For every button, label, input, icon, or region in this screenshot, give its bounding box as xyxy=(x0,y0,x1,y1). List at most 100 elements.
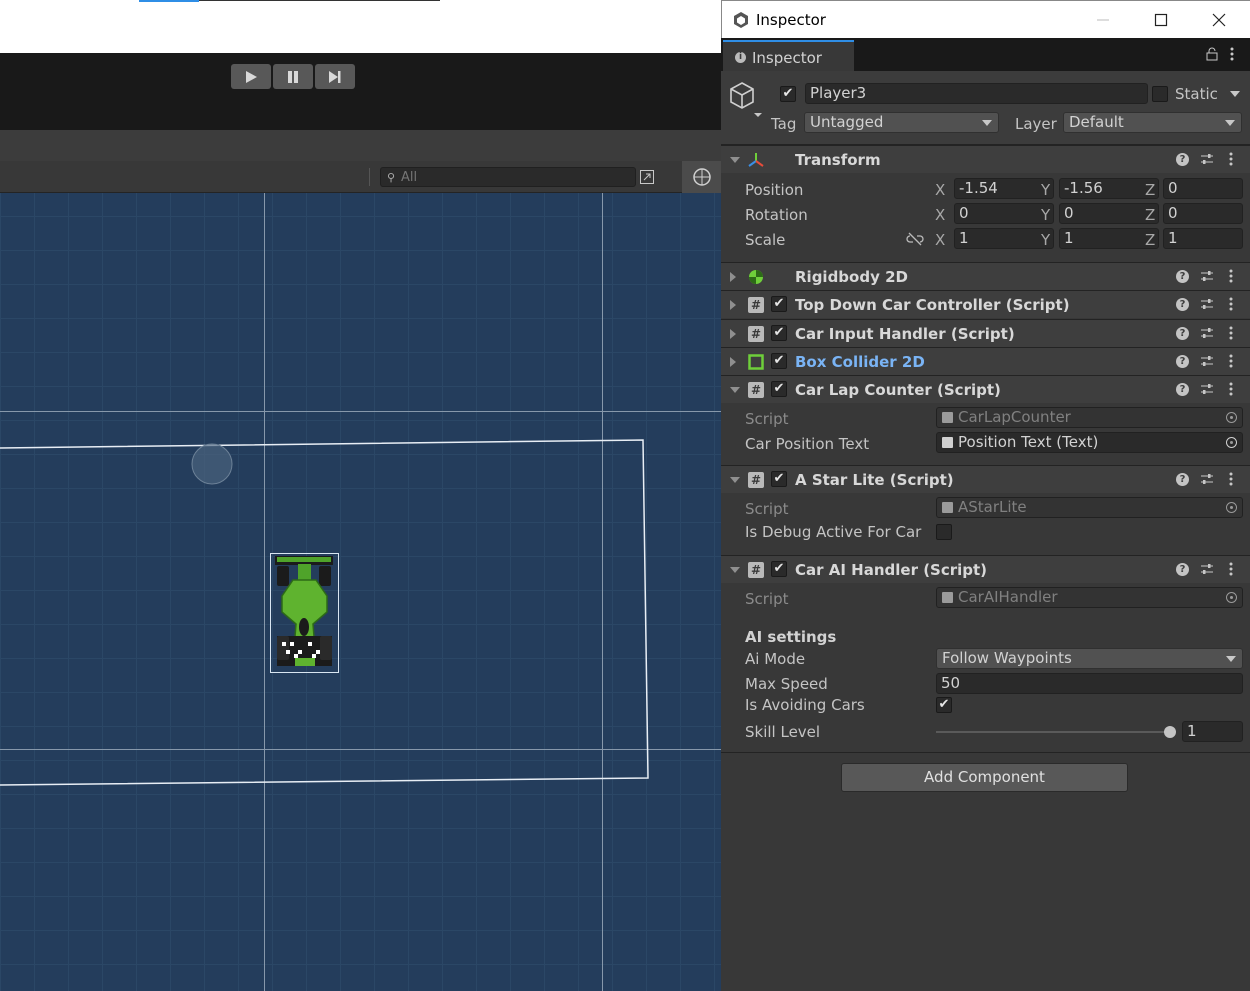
avoiding-cars-label: Is Avoiding Cars xyxy=(745,696,865,714)
close-icon xyxy=(1212,13,1226,27)
help-icon[interactable]: ? xyxy=(1176,355,1189,368)
help-icon[interactable]: ? xyxy=(1176,327,1189,340)
preset-icon[interactable] xyxy=(1200,562,1214,576)
scale-y-field[interactable]: 1 xyxy=(1059,228,1159,249)
preset-icon[interactable] xyxy=(1200,382,1214,396)
skill-level-field[interactable]: 1 xyxy=(1182,721,1243,742)
car-lap-counter-header[interactable]: # ✔ Car Lap Counter (Script) ? xyxy=(721,375,1250,403)
help-icon[interactable]: ? xyxy=(1176,563,1189,576)
tag-dropdown[interactable]: Untagged xyxy=(804,112,999,133)
scale-label: Scale xyxy=(745,231,786,249)
component-name: Car Lap Counter (Script) xyxy=(795,381,1001,399)
help-icon[interactable]: ? xyxy=(1176,473,1189,486)
close-button[interactable] xyxy=(1208,9,1230,31)
component-menu-icon[interactable] xyxy=(1228,354,1234,368)
foldout-collapsed-icon[interactable] xyxy=(730,357,736,367)
preset-icon[interactable] xyxy=(1200,269,1214,283)
static-label: Static xyxy=(1175,85,1218,103)
component-menu-icon[interactable] xyxy=(1228,562,1234,576)
minimize-button[interactable] xyxy=(1092,9,1114,31)
help-icon[interactable]: ? xyxy=(1176,383,1189,396)
transform-header[interactable]: Transform ? xyxy=(721,145,1250,173)
rotation-z-field[interactable]: 0 xyxy=(1163,203,1243,224)
component-menu-icon[interactable] xyxy=(1228,297,1234,311)
component-enabled-checkbox[interactable]: ✔ xyxy=(771,561,787,577)
scale-x-field[interactable]: 1 xyxy=(954,228,1054,249)
static-checkbox[interactable] xyxy=(1152,86,1168,102)
tab-inspector[interactable]: i Inspector xyxy=(723,40,854,71)
preset-icon[interactable] xyxy=(1200,326,1214,340)
add-component-button[interactable]: Add Component xyxy=(841,763,1128,792)
foldout-expanded-icon[interactable] xyxy=(730,477,740,483)
foldout-expanded-icon[interactable] xyxy=(730,387,740,393)
position-x-field[interactable]: -1.54 xyxy=(954,178,1054,199)
pause-button[interactable] xyxy=(273,64,313,89)
a-star-lite-body: Script AStarLite Is Debug Active For Car xyxy=(721,493,1250,555)
foldout-expanded-icon[interactable] xyxy=(730,567,740,573)
step-button[interactable] xyxy=(315,64,355,89)
box-collider2d-header[interactable]: ✔ Box Collider 2D ? xyxy=(721,347,1250,375)
help-icon[interactable]: ? xyxy=(1176,153,1189,166)
component-menu-icon[interactable] xyxy=(1228,326,1234,340)
preset-icon[interactable] xyxy=(1200,472,1214,486)
position-y-field[interactable]: -1.56 xyxy=(1059,178,1159,199)
scale-z-field[interactable]: 1 xyxy=(1163,228,1243,249)
help-icon[interactable]: ? xyxy=(1176,270,1189,283)
preset-icon[interactable] xyxy=(1200,354,1214,368)
axis-z-label: Z xyxy=(1145,231,1156,249)
preset-icon[interactable] xyxy=(1200,297,1214,311)
component-menu-icon[interactable] xyxy=(1228,472,1234,486)
component-enabled-checkbox[interactable]: ✔ xyxy=(771,471,787,487)
skill-level-slider-track[interactable] xyxy=(936,731,1170,733)
position-z-field[interactable]: 0 xyxy=(1163,178,1243,199)
component-enabled-checkbox[interactable]: ✔ xyxy=(771,325,787,341)
foldout-expanded-icon[interactable] xyxy=(730,157,740,163)
component-enabled-checkbox[interactable]: ✔ xyxy=(771,353,787,369)
rotation-x-field[interactable]: 0 xyxy=(954,203,1054,224)
gameobject-header: ✔ Player3 Static Tag Untagged Layer Defa… xyxy=(721,71,1250,145)
rigidbody2d-header[interactable]: Rigidbody 2D ? xyxy=(721,262,1250,290)
help-icon[interactable]: ? xyxy=(1176,298,1189,311)
tab-menu-button[interactable] xyxy=(1229,47,1235,65)
play-icon xyxy=(246,70,257,83)
layer-dropdown[interactable]: Default xyxy=(1063,112,1242,133)
object-picker-icon[interactable] xyxy=(1226,437,1237,448)
gameobject-name-field[interactable]: Player3 xyxy=(805,83,1148,104)
foldout-collapsed-icon[interactable] xyxy=(730,300,736,310)
rotation-y-field[interactable]: 0 xyxy=(1059,203,1159,224)
a-star-lite-header[interactable]: # ✔ A Star Lite (Script) ? xyxy=(721,465,1250,493)
play-button[interactable] xyxy=(231,64,271,89)
ai-mode-label: Ai Mode xyxy=(745,650,806,668)
component-menu-icon[interactable] xyxy=(1228,382,1234,396)
car-input-handler-header[interactable]: # ✔ Car Input Handler (Script) ? xyxy=(721,319,1250,347)
top-down-car-controller-header[interactable]: # ✔ Top Down Car Controller (Script) ? xyxy=(721,290,1250,318)
debug-active-checkbox[interactable] xyxy=(936,524,952,540)
car-ai-handler-header[interactable]: # ✔ Car AI Handler (Script) ? xyxy=(721,555,1250,583)
maximize-scene-button[interactable] xyxy=(636,166,658,188)
component-menu-icon[interactable] xyxy=(1228,152,1234,166)
gizmo-toggle-button[interactable] xyxy=(682,161,721,193)
ai-mode-dropdown[interactable]: Follow Waypoints xyxy=(936,648,1243,669)
skill-level-slider-thumb[interactable] xyxy=(1164,726,1176,738)
search-input[interactable] xyxy=(401,168,631,186)
scene-area: ⚲ xyxy=(0,0,721,991)
foldout-collapsed-icon[interactable] xyxy=(730,272,736,282)
car-position-text-field[interactable]: Position Text (Text) xyxy=(936,432,1243,453)
constrain-proportions-icon[interactable] xyxy=(906,232,924,246)
component-menu-icon[interactable] xyxy=(1228,269,1234,283)
max-speed-field[interactable]: 50 xyxy=(936,673,1243,694)
active-checkbox[interactable]: ✔ xyxy=(780,86,796,102)
preset-icon[interactable] xyxy=(1200,152,1214,166)
component-enabled-checkbox[interactable]: ✔ xyxy=(771,381,787,397)
script-value: AStarLite xyxy=(958,498,1027,516)
hierarchy-search[interactable]: ⚲ xyxy=(380,167,636,187)
scene-viewport[interactable] xyxy=(0,193,721,991)
lock-button[interactable] xyxy=(1206,47,1218,65)
static-dropdown-arrow[interactable] xyxy=(1230,91,1240,97)
gameobject-cube-icon[interactable] xyxy=(729,81,763,119)
component-enabled-checkbox[interactable]: ✔ xyxy=(771,296,787,312)
car-sprite[interactable] xyxy=(270,553,339,673)
avoiding-cars-checkbox[interactable]: ✔ xyxy=(936,697,952,713)
foldout-collapsed-icon[interactable] xyxy=(730,329,736,339)
maximize-button[interactable] xyxy=(1150,9,1172,31)
